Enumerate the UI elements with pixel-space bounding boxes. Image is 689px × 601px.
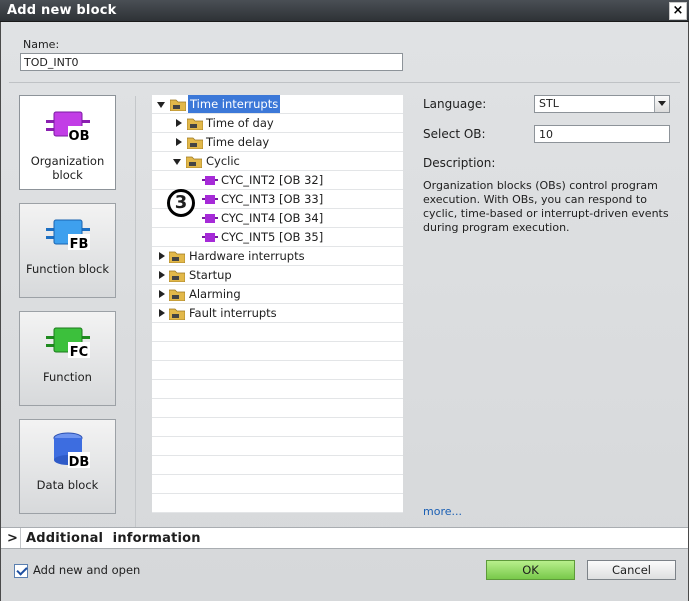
description-text: Organization blocks (OBs) control progra…: [423, 179, 669, 234]
divider: [20, 528, 21, 548]
language-select[interactable]: STL: [534, 95, 670, 113]
svg-text:DB: DB: [69, 455, 90, 468]
expand-arrow-icon[interactable]: [159, 252, 165, 260]
function-label: Function: [43, 370, 92, 384]
folder-icon: [187, 137, 203, 149]
name-label: Name:: [23, 38, 60, 51]
folder-icon: [187, 118, 203, 130]
folder-icon: [186, 156, 202, 168]
data-block-button[interactable]: DB Data block: [19, 419, 116, 514]
add-new-and-open-label: Add new and open: [33, 563, 141, 577]
data-block-icon: DB: [53, 432, 90, 468]
organization-block-icon: OB: [46, 111, 90, 144]
function-block-label: Function block: [25, 262, 110, 276]
title-bar: Add new block ×: [0, 0, 689, 22]
block-tree[interactable]: Time interrupts Time of day Time delay C…: [152, 95, 403, 513]
description-label: Description:: [423, 156, 496, 170]
organization-block-small-icon: [202, 195, 218, 204]
svg-text:FB: FB: [70, 237, 89, 252]
organization-block-button[interactable]: OB Organization block: [19, 95, 116, 190]
additional-information-bar[interactable]: > Additional information: [1, 527, 688, 549]
name-input[interactable]: TOD_INT0: [20, 53, 403, 71]
data-block-label: Data block: [36, 478, 99, 492]
chevron-right-icon[interactable]: >: [7, 531, 18, 546]
folder-icon: [169, 308, 185, 320]
select-ob-label: Select OB:: [423, 127, 486, 141]
ok-button[interactable]: OK: [486, 560, 575, 580]
function-icon: FC: [46, 327, 90, 360]
cancel-button[interactable]: Cancel: [587, 560, 676, 580]
additional-information-label: Additional information: [26, 531, 201, 546]
expand-arrow-icon[interactable]: [173, 159, 181, 165]
svg-text:OB: OB: [69, 129, 90, 144]
expand-arrow-icon[interactable]: [176, 119, 182, 127]
expand-arrow-icon[interactable]: [176, 138, 182, 146]
add-new-and-open-checkbox[interactable]: [14, 564, 28, 578]
organization-block-label: Organization block: [30, 154, 105, 182]
vertical-divider: [135, 96, 136, 528]
more-link[interactable]: more...: [423, 505, 462, 518]
organization-block-small-icon: [202, 233, 218, 242]
expand-arrow-icon[interactable]: [159, 309, 165, 317]
expand-arrow-icon[interactable]: [157, 102, 165, 108]
organization-block-small-icon: [202, 214, 218, 223]
expand-arrow-icon[interactable]: [159, 271, 165, 279]
folder-icon: [169, 251, 185, 263]
select-ob-input[interactable]: 10: [534, 125, 670, 143]
function-block-icon: FB: [46, 219, 90, 252]
expand-arrow-icon[interactable]: [159, 290, 165, 298]
function-button[interactable]: FC Function: [19, 311, 116, 406]
annotation-number-badge: 3: [167, 189, 195, 217]
chevron-down-icon[interactable]: [654, 96, 669, 112]
dialog-title: Add new block: [7, 3, 117, 18]
folder-icon: [170, 99, 186, 111]
function-block-button[interactable]: FB Function block: [19, 203, 116, 298]
language-label: Language:: [423, 97, 487, 111]
language-value: STL: [539, 97, 559, 110]
svg-text:FC: FC: [70, 345, 88, 360]
organization-block-small-icon: [202, 176, 218, 185]
folder-icon: [169, 270, 185, 282]
close-button[interactable]: ×: [669, 2, 687, 20]
folder-icon: [169, 289, 185, 301]
divider: [9, 82, 680, 83]
add-new-block-dialog: Name: TOD_INT0 OB Organization block FB …: [0, 22, 689, 601]
